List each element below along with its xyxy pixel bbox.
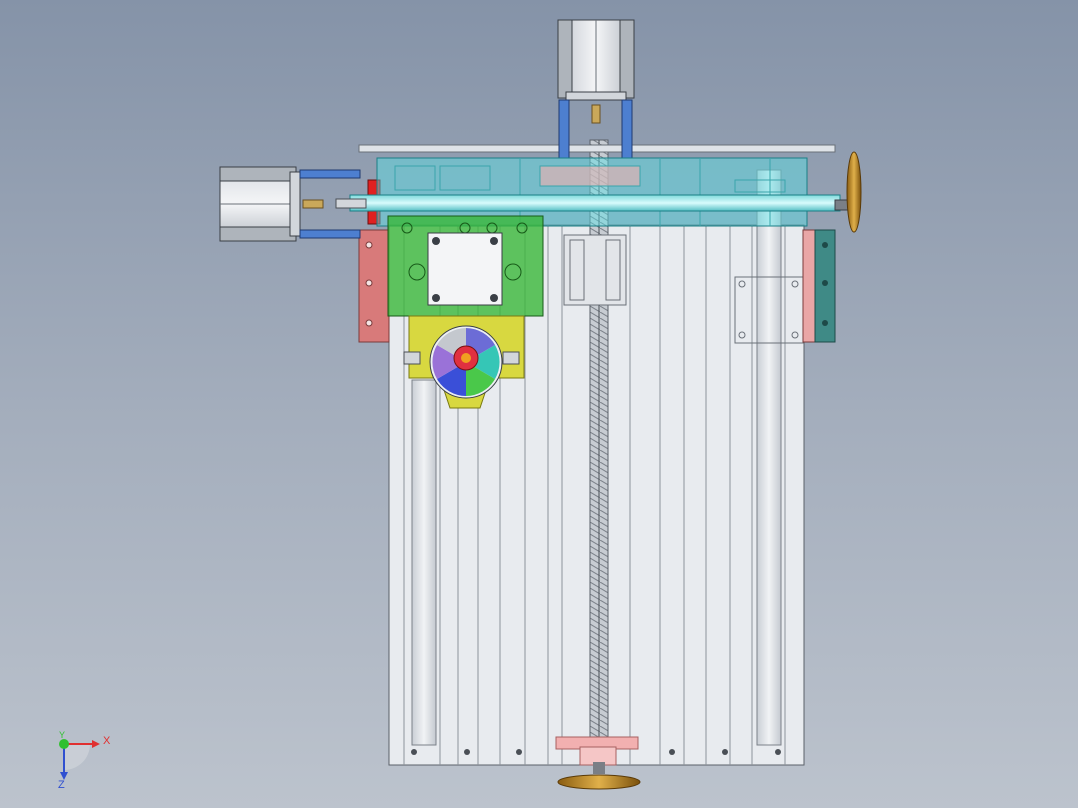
orientation-triad[interactable]: X Y Z (58, 730, 111, 791)
right-handwheel[interactable] (834, 151, 862, 233)
right-guide-rod (756, 169, 782, 746)
triad-y-label: Y (59, 730, 65, 740)
top-plate (358, 144, 836, 153)
triad-z-label: Z (58, 779, 65, 791)
bottom-handwheel[interactable] (557, 762, 641, 790)
carriage-shaft (349, 194, 841, 212)
fan-rotor (429, 325, 503, 399)
triad-x-label: X (103, 735, 111, 747)
cad-viewport[interactable]: X Y Z (0, 0, 1078, 808)
y-axis-dot (59, 739, 69, 749)
gearbox-housing[interactable] (387, 215, 544, 317)
gearbox-cover-plate (427, 232, 503, 306)
right-bearing-bracket[interactable] (802, 229, 836, 343)
center-slide-block (563, 234, 627, 306)
left-guide-rod (411, 379, 437, 746)
